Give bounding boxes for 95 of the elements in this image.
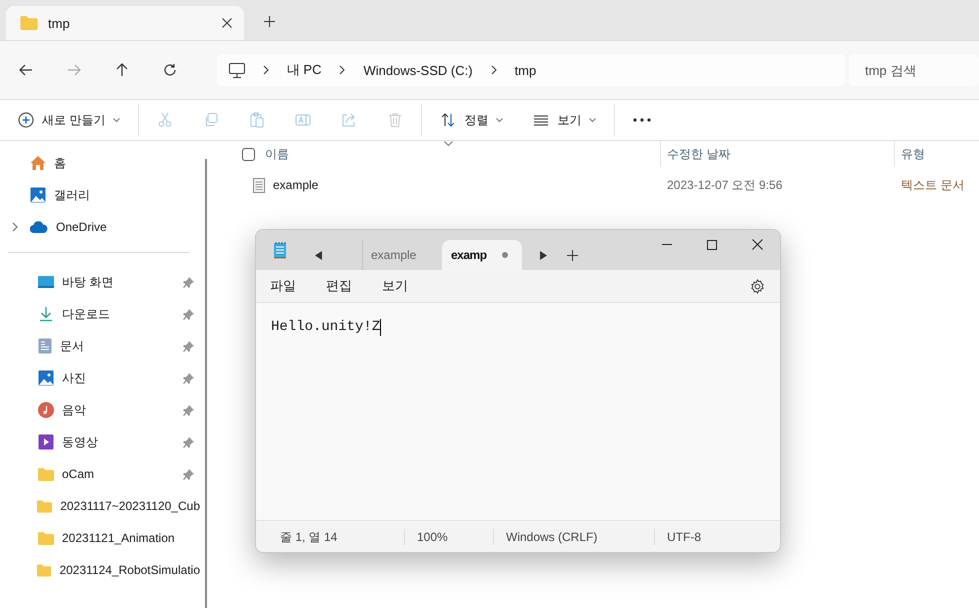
close-icon[interactable] [752, 239, 763, 250]
folder-tab[interactable]: tmp [6, 6, 244, 40]
share-icon [341, 112, 358, 128]
menu-item[interactable]: 파일 [270, 277, 296, 295]
plus-circle-icon [18, 112, 34, 128]
folder-icon [38, 532, 54, 544]
nav-item[interactable]: 20231121_Animation [0, 522, 200, 554]
status-item: UTF-8 [654, 528, 701, 544]
sort-button[interactable]: 정렬 [432, 106, 512, 134]
column-header[interactable]: 수정한 날짜 [667, 146, 730, 162]
address-bar[interactable]: 내 PC Windows-SSD (C:) tmp [216, 54, 845, 86]
chevron-right-icon [490, 65, 497, 75]
video-icon [38, 434, 54, 450]
trash-icon [387, 112, 404, 128]
chevron-right-icon [339, 65, 346, 75]
folder-icon [38, 468, 54, 480]
picture-icon [38, 370, 54, 386]
text-editor[interactable]: Hello.unity!Z [256, 303, 780, 520]
modified-date: 2023-12-07 오전 9:56 [667, 176, 782, 194]
forward-arrow-icon[interactable] [66, 63, 81, 77]
picture-icon [30, 187, 46, 203]
notepad-icon [273, 241, 287, 259]
nav-item[interactable]: 동영상 [0, 426, 200, 458]
pin-icon[interactable] [183, 340, 194, 352]
maximize-icon[interactable] [707, 240, 717, 250]
scroll-right-icon[interactable] [540, 250, 547, 260]
scroll-left-icon[interactable] [315, 250, 322, 260]
nav-item[interactable]: 20231117~20231120_Cub [0, 490, 200, 522]
status-item: Windows (CRLF) [493, 528, 654, 544]
pin-icon[interactable] [183, 404, 194, 416]
download-icon [38, 306, 54, 322]
nav-item[interactable]: 바탕 화면 [0, 266, 200, 298]
view-button[interactable]: 보기 [525, 106, 604, 134]
nav-item[interactable]: OneDrive [0, 211, 200, 243]
breadcrumb-item[interactable]: Windows-SSD (C:) [363, 62, 473, 78]
nav-item[interactable]: oCam [0, 458, 200, 490]
nav-item[interactable]: 사진 [0, 362, 200, 394]
pin-icon[interactable] [183, 436, 194, 448]
sort-icon [440, 112, 456, 128]
copy-icon [203, 112, 220, 128]
back-arrow-icon[interactable] [19, 63, 33, 77]
document-tab[interactable]: examp [442, 240, 522, 270]
clipboard-icon [249, 112, 266, 128]
nav-item[interactable]: 다운로드 [0, 298, 200, 330]
new-button[interactable]: 새로 만들기 [10, 106, 128, 134]
more-icon [633, 118, 652, 122]
new-tab-icon[interactable] [264, 16, 275, 26]
refresh-icon[interactable] [162, 63, 177, 77]
folder-icon [36, 564, 52, 576]
file-type: 텍스트 문서 [901, 176, 964, 194]
nav-item[interactable]: 홈 [0, 147, 200, 179]
pin-icon[interactable] [183, 468, 194, 480]
settings-icon[interactable] [750, 278, 765, 294]
pin-icon[interactable] [183, 308, 194, 320]
menu-item[interactable]: 편집 [326, 277, 352, 295]
house-icon [30, 155, 46, 171]
chevron-right-icon [262, 65, 269, 75]
column-header[interactable]: 이름 [265, 146, 289, 162]
menu-item[interactable]: 보기 [382, 277, 408, 295]
file-name: example [273, 178, 318, 192]
document-icon [38, 338, 52, 354]
chevron-right-icon[interactable] [12, 222, 18, 232]
pin-icon[interactable] [183, 372, 194, 384]
scissors-icon [157, 112, 174, 128]
desktop-icon [38, 275, 54, 289]
tab-title: tmp [48, 16, 71, 30]
music-note-icon [38, 402, 54, 418]
text-file-icon [253, 178, 265, 192]
column-header[interactable]: 유형 [901, 146, 925, 162]
caret-icon [113, 118, 120, 122]
monitor-icon [228, 62, 245, 78]
caret-icon [589, 118, 596, 122]
breadcrumb-item[interactable]: 내 PC [286, 61, 322, 79]
document-text: Hello.unity!Z [271, 319, 380, 335]
new-tab-icon[interactable] [567, 250, 578, 260]
caret-icon [496, 118, 504, 122]
sort-caret-icon [444, 141, 453, 146]
folder-icon [37, 500, 52, 512]
nav-item[interactable]: 갤러리 [0, 179, 200, 211]
select-all-checkbox[interactable] [242, 148, 255, 160]
nav-item[interactable]: 음악 [0, 394, 200, 426]
folder-icon [20, 16, 38, 30]
cloud-icon [30, 221, 48, 233]
breadcrumb-item[interactable]: tmp [514, 62, 536, 78]
pin-icon[interactable] [183, 276, 194, 288]
nav-item[interactable]: 20231124_RobotSimulatio [0, 554, 200, 586]
file-row[interactable]: example 2023-12-07 오전 9:56 텍스트 문서 [242, 167, 979, 203]
status-item: 100% [404, 528, 493, 544]
nav-item[interactable]: 문서 [0, 330, 200, 362]
unsaved-dot-icon [502, 252, 508, 258]
up-arrow-icon[interactable] [114, 63, 129, 77]
status-item: 줄 1, 열 14 [279, 528, 338, 544]
search-field[interactable]: tmp 검색 [848, 54, 979, 86]
close-icon[interactable] [222, 18, 232, 28]
rename-icon [295, 112, 312, 128]
